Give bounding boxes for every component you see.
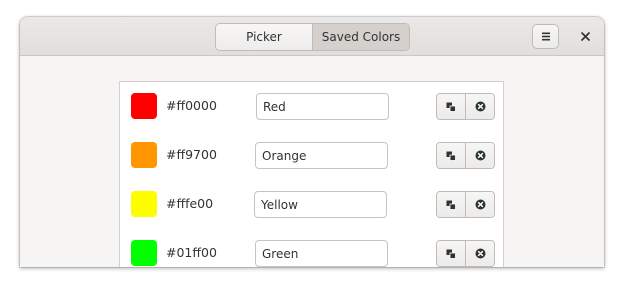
copy-button[interactable] bbox=[437, 143, 466, 168]
row-actions bbox=[436, 93, 495, 120]
hex-value: #01ff00 bbox=[166, 245, 217, 260]
hamburger-menu-icon bbox=[541, 32, 550, 41]
hex-value: #fffe00 bbox=[166, 196, 214, 211]
color-swatch[interactable] bbox=[131, 142, 157, 168]
row-actions bbox=[436, 191, 495, 218]
remove-icon bbox=[475, 199, 485, 210]
color-name-field[interactable] bbox=[254, 191, 387, 218]
remove-icon bbox=[475, 101, 485, 112]
remove-icon bbox=[475, 150, 485, 161]
copy-button[interactable] bbox=[437, 241, 466, 266]
saved-colors-view: #ff0000 Red #ff9700 Orange #fffe00 Yello… bbox=[20, 56, 604, 267]
color-swatch[interactable] bbox=[131, 240, 157, 266]
copy-button[interactable] bbox=[437, 192, 466, 217]
remove-button[interactable] bbox=[466, 143, 494, 168]
color-row-orange: #ff9700 bbox=[120, 142, 503, 191]
color-row-yellow: #fffe00 bbox=[120, 191, 503, 240]
header-bar: Picker Saved Colors bbox=[20, 17, 604, 56]
color-swatch[interactable] bbox=[131, 191, 157, 217]
copy-icon bbox=[446, 151, 456, 161]
copy-icon bbox=[446, 249, 456, 259]
color-name-field[interactable] bbox=[255, 142, 388, 169]
hex-value: #ff0000 bbox=[166, 98, 217, 113]
remove-button[interactable] bbox=[466, 241, 494, 266]
hex-value: #ff9700 bbox=[166, 147, 217, 162]
row-actions bbox=[436, 240, 495, 267]
color-name-field[interactable] bbox=[256, 93, 389, 120]
row-actions bbox=[436, 142, 495, 169]
copy-icon bbox=[446, 102, 456, 112]
remove-button[interactable] bbox=[466, 192, 494, 217]
remove-icon bbox=[475, 248, 485, 259]
copy-icon bbox=[446, 200, 456, 210]
tab-picker[interactable]: Picker bbox=[216, 24, 313, 50]
color-name-field[interactable] bbox=[255, 240, 388, 267]
close-icon bbox=[580, 31, 590, 41]
close-button[interactable] bbox=[575, 26, 595, 46]
saved-colors-list: #ff0000 Red #ff9700 Orange #fffe00 Yello… bbox=[119, 81, 504, 267]
app-window: Picker Saved Colors #ff0000 Red #ff9700 … bbox=[20, 17, 604, 267]
tab-saved-colors[interactable]: Saved Colors bbox=[313, 24, 409, 50]
view-switcher: Picker Saved Colors bbox=[215, 23, 410, 51]
color-row-red: #ff0000 bbox=[120, 93, 503, 142]
color-swatch[interactable] bbox=[131, 93, 157, 119]
menu-button[interactable] bbox=[532, 24, 559, 49]
remove-button[interactable] bbox=[466, 94, 494, 119]
copy-button[interactable] bbox=[437, 94, 466, 119]
color-row-green: #01ff00 bbox=[120, 240, 503, 267]
